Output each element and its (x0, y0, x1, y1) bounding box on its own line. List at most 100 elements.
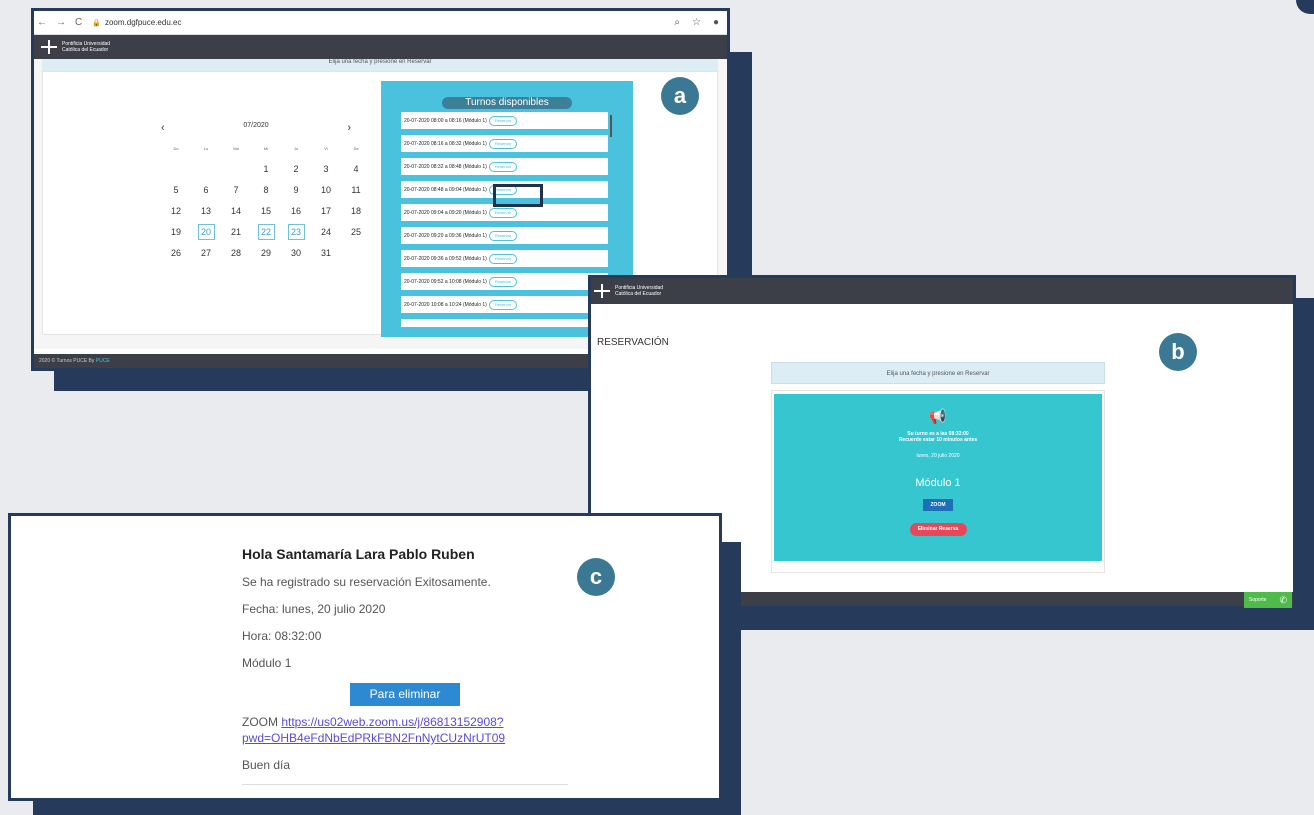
badge-c: c (577, 558, 615, 596)
slot-label: 20-07-2020 09:04 a 09:20 (Módulo 1) (404, 209, 487, 216)
slot-row-partial (401, 319, 608, 327)
calendar-day[interactable]: 10 (311, 182, 341, 198)
next-month-button[interactable]: › (347, 122, 351, 134)
back-icon[interactable]: ← (37, 17, 47, 28)
reserve-button[interactable]: Reservar (488, 138, 518, 149)
module-name: Módulo 1 (915, 477, 961, 489)
calendar-day[interactable]: 12 (161, 203, 191, 219)
lock-icon: 🔒 (92, 19, 101, 27)
zoom-icon[interactable]: ⌕ (674, 17, 680, 28)
slot-row: 20-07-2020 09:36 a 09:52 (Módulo 1) Reser… (401, 250, 608, 267)
slot-label: 20-07-2020 08:00 a 08:16 (Módulo 1) (404, 117, 487, 124)
calendar-day[interactable]: 1 (251, 161, 281, 177)
reserve-button[interactable]: Reservar (488, 230, 518, 241)
megaphone-icon: 📢 (929, 408, 947, 424)
slot-row: 20-07-2020 08:00 a 08:16 (Módulo 1) Reser… (401, 112, 608, 129)
calendar-day[interactable]: 18 (341, 203, 371, 219)
weekday-label: Vi (324, 145, 328, 151)
address-bar[interactable]: zoom.dgfpuce.edu.ec (105, 18, 182, 27)
turn-date: lunes, 20 julio 2020 (916, 453, 960, 459)
delete-reservation-button[interactable]: Eliminar Reserva (909, 523, 967, 536)
calendar-day[interactable]: 20 (197, 224, 215, 240)
calendar-month: 07/2020 (243, 122, 269, 129)
puce-logo: Pontificia Universidad Católica del Ecuad… (593, 284, 663, 298)
calendar-day[interactable]: 4 (341, 161, 371, 177)
badge-a: a (661, 77, 699, 115)
slot-label: 20-07-2020 09:36 a 09:52 (Módulo 1) (404, 255, 487, 262)
calendar-day[interactable]: 26 (161, 245, 191, 261)
slot-row: 20-07-2020 08:32 a 08:48 (Módulo 1) Reser… (401, 158, 608, 175)
browser-toolbar: ← → C 🔒 zoom.dgfpuce.edu.ec ⌕ ☆ ● (34, 11, 727, 35)
calendar-day[interactable]: 6 (191, 182, 221, 198)
instruction-banner: Elija una fecha y presione en Reservar (42, 59, 718, 71)
calendar-day[interactable]: 5 (161, 182, 191, 198)
zoom-link-password[interactable]: pwd=OHB4eFdNbEdPRkFBN2FnNytCUzNrUT09 (242, 731, 505, 745)
calendar-day[interactable]: 23 (287, 224, 305, 240)
cross-icon (593, 284, 611, 298)
calendar-day[interactable]: 27 (191, 245, 221, 261)
reserve-button[interactable]: Reservar (488, 207, 518, 218)
slot-row: 20-07-2020 08:16 a 08:32 (Módulo 1) Reser… (401, 135, 608, 152)
calendar-day[interactable]: 21 (221, 224, 251, 240)
delete-reservation-link-button[interactable]: Para eliminar reserva (350, 683, 460, 724)
divider (242, 784, 568, 785)
reserve-button[interactable]: Reservar (488, 276, 518, 287)
confirmation-text: Se ha registrado su reservación Exitosam… (242, 575, 491, 589)
puce-logo: Pontificia Universidad Católica del Ecuad… (40, 40, 110, 54)
calendar-day[interactable]: 19 (161, 224, 191, 240)
calendar-day[interactable]: 16 (281, 203, 311, 219)
calendar-day[interactable]: 17 (311, 203, 341, 219)
calendar-empty-cell (221, 161, 251, 177)
calendar-day[interactable]: 24 (311, 224, 341, 240)
reserve-button[interactable]: Reservar (488, 253, 518, 264)
slot-label: 20-07-2020 09:52 a 10:08 (Módulo 1) (404, 278, 487, 285)
scrollbar[interactable] (610, 115, 612, 137)
calendar-day[interactable]: 28 (221, 245, 251, 261)
time-line: Hora: 08:32:00 (242, 629, 322, 643)
calendar-day[interactable]: 2 (281, 161, 311, 177)
calendar-day[interactable]: 14 (221, 203, 251, 219)
weekday-label: Sa (353, 145, 359, 151)
calendar-day[interactable]: 13 (191, 203, 221, 219)
calendar-day[interactable]: 9 (281, 182, 311, 198)
calendar-day[interactable]: 22 (257, 224, 275, 240)
calendar-day[interactable]: 25 (341, 224, 371, 240)
calendar-day[interactable]: 30 (281, 245, 311, 261)
reserve-button[interactable]: Reservar (488, 161, 518, 172)
weekday-label: Ju (293, 145, 299, 151)
calendar-day[interactable]: 31 (311, 245, 341, 261)
reserve-button[interactable]: Reservar (488, 299, 518, 310)
calendar-day[interactable]: 8 (251, 182, 281, 198)
zoom-link[interactable]: https://us02web.zoom.us/j/86813152908? (281, 715, 503, 729)
calendar-day[interactable]: 29 (251, 245, 281, 261)
zoom-button[interactable]: ZOOM (923, 499, 953, 511)
slot-label: 20-07-2020 08:48 a 09:04 (Módulo 1) (404, 186, 487, 193)
slot-label: 20-07-2020 08:32 a 08:48 (Módulo 1) (404, 163, 487, 170)
forward-icon[interactable]: → (56, 17, 66, 28)
prev-month-button[interactable]: ‹ (161, 122, 165, 134)
reserve-button[interactable]: Reservar (488, 115, 518, 126)
slot-label: 20-07-2020 10:08 a 10:24 (Módulo 1) (404, 301, 487, 308)
weekday-label: Mi (263, 145, 269, 151)
calendar-empty-cell (191, 161, 221, 177)
calendar-day[interactable]: 11 (341, 182, 371, 198)
cross-icon (40, 40, 58, 54)
reminder: Recuerde estar 10 minutos antes (898, 437, 978, 443)
footer-link[interactable]: PUCE (96, 358, 110, 364)
support-button[interactable]: Soporte ✆ (1244, 592, 1292, 608)
slot-label: 20-07-2020 09:20 a 09:36 (Módulo 1) (404, 232, 487, 239)
slot-label: 20-07-2020 08:16 a 08:32 (Módulo 1) (404, 140, 487, 147)
calendar-day[interactable]: 3 (311, 161, 341, 177)
slot-row: 20-07-2020 09:20 a 09:36 (Módulo 1) Reser… (401, 227, 608, 244)
page-title: RESERVACIÓN (597, 337, 669, 348)
calendar-grid: Do Lu Ma Mi Ju Vi Sa 1 2 3 4 5 6 7 8 9 10 11 12 13 14 15 16 17 1… (161, 140, 371, 261)
account-icon[interactable]: ● (713, 17, 719, 28)
calendar-day[interactable]: 15 (251, 203, 281, 219)
reload-icon[interactable]: C (75, 17, 82, 28)
star-icon[interactable]: ☆ (692, 17, 701, 28)
slot-row: 20-07-2020 09:52 a 10:08 (Módulo 1) Reser… (401, 273, 608, 290)
slot-row: 20-07-2020 10:08 a 10:24 (Módulo 1) Reser… (401, 296, 608, 313)
greeting: Hola Santamaría Lara Pablo Ruben (242, 546, 475, 562)
calendar-day[interactable]: 7 (221, 182, 251, 198)
app-header: Pontificia Universidad Católica del Ecuad… (34, 35, 727, 59)
